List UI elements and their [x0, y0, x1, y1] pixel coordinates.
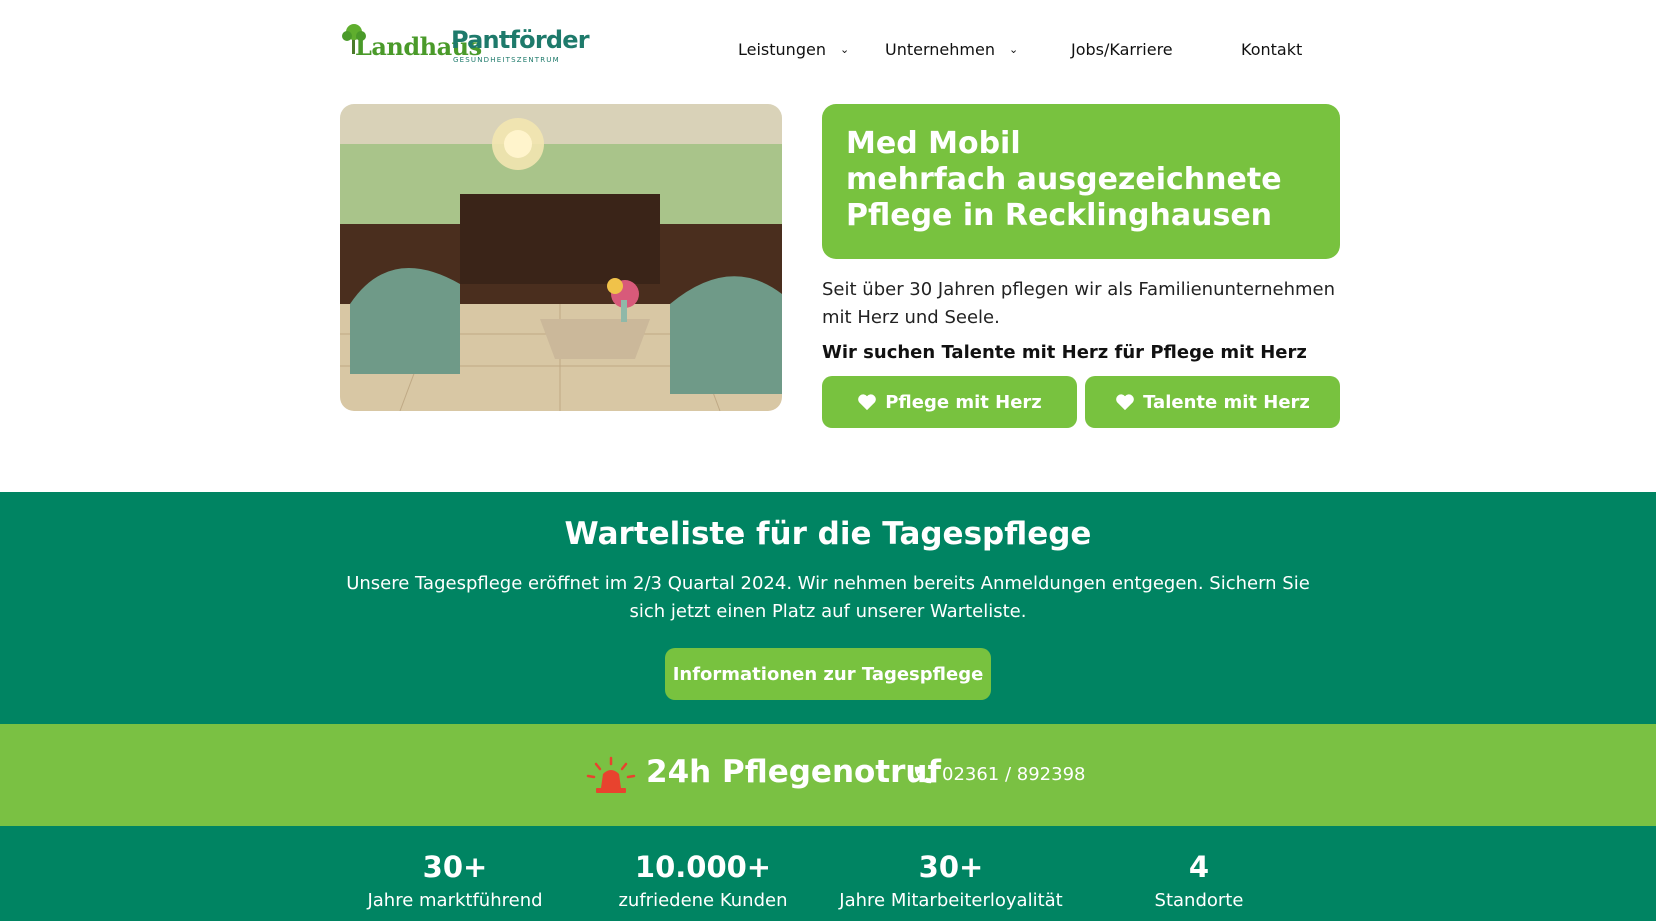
button-label: Talente mit Herz: [1143, 391, 1310, 413]
hero-title-line-1: Med Mobil: [846, 126, 1021, 161]
hero-title-line-2: mehrfach ausgezeichnete: [846, 162, 1282, 197]
stat-label: zufriedene Kunden: [618, 890, 788, 911]
waitlist-title: Warteliste für die Tagespflege: [564, 516, 1092, 552]
emergency-banner: 24h Pflegenotruf 02361 / 892398: [0, 724, 1656, 826]
hero-description: Seit über 30 Jahren pflegen wir als Fami…: [822, 279, 1336, 328]
stat-label: Standorte: [1154, 890, 1244, 911]
phone-icon: [914, 766, 932, 784]
heart-icon: [1116, 394, 1134, 411]
hero-image: [340, 104, 782, 411]
button-label: Pflege mit Herz: [885, 391, 1042, 413]
nav-unternehmen[interactable]: Unternehmen ⌄: [885, 40, 1018, 59]
stat-number: 30+: [422, 850, 488, 884]
pflege-mit-herz-button[interactable]: Pflege mit Herz: [822, 376, 1077, 428]
emergency-title: 24h Pflegenotruf: [646, 754, 941, 790]
stat-number: 10.000+: [634, 850, 772, 884]
talente-mit-herz-button[interactable]: Talente mit Herz: [1085, 376, 1340, 428]
stats-section: 30+ Jahre marktführend 10.000+ zufrieden…: [0, 826, 1656, 921]
chevron-down-icon: ⌄: [1008, 43, 1019, 56]
nav-jobs-karriere[interactable]: Jobs/Karriere: [1071, 40, 1173, 59]
logo-subtitle: GESUNDHEITSZENTRUM: [453, 56, 560, 64]
stat-item: 4 Standorte: [1069, 850, 1329, 911]
stat-label: Jahre marktführend: [367, 890, 543, 911]
site-header: Landhaus Pantförder GESUNDHEITSZENTRUM L…: [0, 0, 1656, 100]
stat-item: 30+ Jahre Mitarbeiterloyalität: [821, 850, 1081, 911]
logo[interactable]: Landhaus Pantförder GESUNDHEITSZENTRUM: [339, 22, 590, 68]
tagespflege-info-button[interactable]: Informationen zur Tagespflege: [665, 648, 991, 700]
hero-tagline: Wir suchen Talente mit Herz für Pflege m…: [822, 342, 1307, 363]
stat-item: 30+ Jahre marktführend: [325, 850, 585, 911]
waitlist-text: Unsere Tagespflege eröffnet im 2/3 Quart…: [346, 573, 1310, 622]
waitlist-section: Warteliste für die Tagespflege Unsere Ta…: [0, 492, 1656, 724]
nav-kontakt[interactable]: Kontakt: [1241, 40, 1302, 59]
stat-number: 4: [1188, 850, 1210, 884]
nav-label: Jobs/Karriere: [1071, 40, 1173, 59]
stat-label: Jahre Mitarbeiterloyalität: [839, 890, 1063, 911]
hero-title-card: Med Mobil mehrfach ausgezeichnete Pflege…: [822, 104, 1340, 259]
stat-number: 30+: [918, 850, 984, 884]
nav-label: Leistungen: [738, 40, 826, 59]
nav-leistungen[interactable]: Leistungen ⌄: [738, 40, 849, 59]
logo-brand: Pantförder: [451, 26, 590, 54]
emergency-phone-link[interactable]: 02361 / 892398: [942, 764, 1085, 785]
siren-icon: [586, 756, 636, 793]
nav-label: Kontakt: [1241, 40, 1303, 59]
hero-title-line-3: Pflege in Recklinghausen: [846, 198, 1273, 233]
heart-icon: [858, 394, 877, 411]
hero-title: Med Mobil mehrfach ausgezeichnete Pflege…: [846, 126, 1316, 234]
chevron-down-icon: ⌄: [839, 43, 850, 56]
stat-item: 10.000+ zufriedene Kunden: [573, 850, 833, 911]
nav-label: Unternehmen: [885, 40, 995, 59]
